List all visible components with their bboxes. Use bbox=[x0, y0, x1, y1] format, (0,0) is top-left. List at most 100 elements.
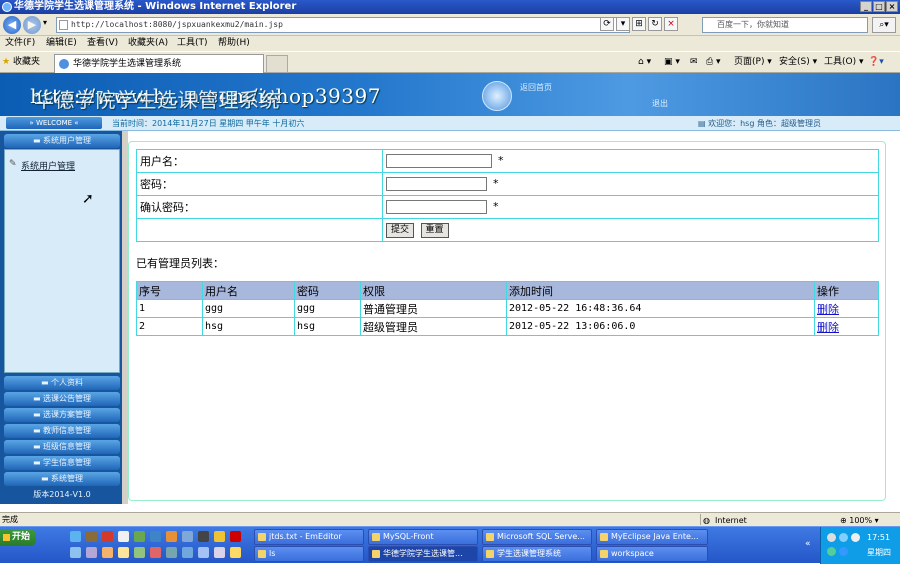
logout-link[interactable]: 退出 bbox=[652, 98, 668, 109]
quicklaunch-browser-icon[interactable] bbox=[150, 531, 161, 542]
menu-file[interactable]: 文件(F) bbox=[5, 36, 35, 51]
delete-link[interactable]: 删除 bbox=[817, 303, 839, 316]
zoom-value: 100% bbox=[849, 516, 873, 525]
tray-ime-icon[interactable] bbox=[839, 533, 848, 542]
menu-favorites[interactable]: 收藏夹(A) bbox=[128, 36, 168, 51]
tray-expand-icon[interactable]: « bbox=[805, 539, 811, 549]
sidebar-section-plans[interactable]: ▬ 选课方案管理 bbox=[4, 408, 120, 422]
task-ie-active[interactable]: 华德学院学生选课管... bbox=[368, 546, 478, 562]
address-bar[interactable]: http://localhost:8080/jspxuankexmu2/main… bbox=[56, 17, 630, 33]
compat-view-icon[interactable]: ⟳ bbox=[600, 17, 614, 31]
stop-icon[interactable]: × bbox=[664, 17, 678, 31]
quicklaunch-icon-b4[interactable] bbox=[118, 547, 129, 558]
start-button[interactable]: 开始 bbox=[0, 529, 36, 546]
close-window-button[interactable]: × bbox=[886, 1, 898, 12]
quicklaunch-icon-b2[interactable] bbox=[86, 547, 97, 558]
quicklaunch-app-icon[interactable] bbox=[86, 531, 97, 542]
mouse-cursor-icon: ➚ bbox=[82, 191, 94, 207]
quicklaunch-tool-icon[interactable] bbox=[134, 531, 145, 542]
minimize-button[interactable]: _ bbox=[860, 1, 872, 12]
task-mysql-front[interactable]: MySQL-Front bbox=[368, 529, 478, 545]
quicklaunch-icon-b7[interactable] bbox=[166, 547, 177, 558]
menu-tools[interactable]: 工具(T) bbox=[177, 36, 208, 51]
search-icon[interactable]: ⌕▾ bbox=[872, 17, 896, 33]
page-menu[interactable]: 页面(P) ▾ bbox=[734, 55, 772, 70]
quicklaunch-icon-b9[interactable] bbox=[198, 547, 209, 558]
print-icon[interactable]: ⎙ ▾ bbox=[706, 55, 721, 70]
sidebar-item-user-management[interactable]: 系统用户管理 bbox=[21, 159, 75, 172]
quicklaunch-icon-b10[interactable] bbox=[214, 547, 225, 558]
quicklaunch-qq-icon[interactable] bbox=[214, 531, 225, 542]
quicklaunch-icon-b11[interactable] bbox=[230, 547, 241, 558]
task-folder-workspace[interactable]: workspace bbox=[596, 546, 708, 562]
safety-menu[interactable]: 安全(S) ▾ bbox=[779, 55, 817, 70]
quicklaunch-doc-icon[interactable] bbox=[118, 531, 129, 542]
quicklaunch-media2-icon[interactable] bbox=[230, 531, 241, 542]
feeds-icon[interactable]: ▣ ▾ bbox=[664, 55, 680, 70]
task-sql-server[interactable]: Microsoft SQL Serve... bbox=[482, 529, 592, 545]
browser-tab[interactable]: 华德学院学生选课管理系统 bbox=[54, 54, 264, 73]
quicklaunch-folder-icon[interactable] bbox=[166, 531, 177, 542]
task-emeditor[interactable]: jtds.txt - EmEditor bbox=[254, 529, 364, 545]
tray-security-icon[interactable] bbox=[827, 547, 836, 556]
new-tab-button[interactable] bbox=[266, 55, 288, 73]
quicklaunch-cmd-icon[interactable] bbox=[198, 531, 209, 542]
forward-button[interactable]: ▶ bbox=[23, 16, 41, 34]
home-icon[interactable]: ⌂ ▾ bbox=[638, 55, 651, 70]
tray-app-icon[interactable] bbox=[839, 547, 848, 556]
favorites-button[interactable]: ★ 收藏夹 bbox=[2, 55, 40, 70]
task-label: Microsoft SQL Serve... bbox=[497, 532, 585, 541]
back-button[interactable]: ◀ bbox=[3, 16, 21, 34]
address-dropdown-icon[interactable]: ▾ bbox=[616, 17, 630, 31]
mail-icon[interactable]: ✉ bbox=[690, 55, 698, 70]
quicklaunch-net-icon[interactable] bbox=[182, 531, 193, 542]
quicklaunch-media-icon[interactable] bbox=[102, 531, 113, 542]
quicklaunch-ie-icon[interactable] bbox=[70, 531, 81, 542]
user-info: ▤ 欢迎您：hsg 角色：超级管理员 bbox=[698, 116, 821, 131]
menu-edit[interactable]: 编辑(E) bbox=[46, 36, 77, 51]
start-label: 开始 bbox=[12, 532, 31, 542]
quicklaunch-icon-b5[interactable] bbox=[134, 547, 145, 558]
rss-icon[interactable]: ⊞ bbox=[632, 17, 646, 31]
quicklaunch-icon-b6[interactable] bbox=[150, 547, 161, 558]
menu-view[interactable]: 查看(V) bbox=[87, 36, 118, 51]
delete-link[interactable]: 删除 bbox=[817, 321, 839, 334]
quicklaunch-icon-b1[interactable] bbox=[70, 547, 81, 558]
system-title: 华德学院学生选课管理系统 bbox=[34, 88, 280, 112]
confirm-password-field[interactable] bbox=[386, 200, 487, 214]
tools-menu[interactable]: 工具(O) ▾ bbox=[824, 55, 864, 70]
username-field[interactable] bbox=[386, 154, 492, 168]
clock-time[interactable]: 17:51 bbox=[867, 533, 890, 542]
help-icon[interactable]: ❓▾ bbox=[868, 55, 884, 70]
task-icon bbox=[600, 533, 608, 541]
search-placeholder: 百度一下，你就知道 bbox=[717, 20, 789, 29]
task-myeclipse[interactable]: MyEclipse Java Ente... bbox=[596, 529, 708, 545]
quicklaunch-icon-b3[interactable] bbox=[102, 547, 113, 558]
task-folder-ls[interactable]: ls bbox=[254, 546, 364, 562]
history-dropdown-icon[interactable]: ▾ bbox=[43, 18, 47, 27]
submit-button[interactable]: 提交 bbox=[386, 222, 415, 238]
tray-network-icon[interactable] bbox=[827, 533, 836, 542]
password-field[interactable] bbox=[386, 177, 487, 191]
sidebar-section-classes[interactable]: ▬ 班级信息管理 bbox=[4, 440, 120, 454]
menu-help[interactable]: 帮助(H) bbox=[218, 36, 250, 51]
reset-button[interactable]: 重置 bbox=[420, 222, 449, 238]
task-icon bbox=[486, 550, 494, 558]
maximize-button[interactable]: □ bbox=[873, 1, 885, 12]
task-label: 华德学院学生选课管... bbox=[383, 549, 463, 558]
sidebar-section-notices[interactable]: ▬ 选课公告管理 bbox=[4, 392, 120, 406]
search-input[interactable]: 百度一下，你就知道 bbox=[702, 17, 868, 33]
task-label: ls bbox=[269, 549, 276, 558]
star-icon: ★ bbox=[2, 57, 11, 67]
refresh-icon[interactable]: ↻ bbox=[648, 17, 662, 31]
sidebar-section-students[interactable]: ▬ 学生信息管理 bbox=[4, 456, 120, 470]
quicklaunch-icon-b8[interactable] bbox=[182, 547, 193, 558]
home-link[interactable]: 返回首页 bbox=[520, 82, 552, 93]
sidebar-section-system[interactable]: ▬ 系统管理 bbox=[4, 472, 120, 486]
task-folder-system[interactable]: 学生选课管理系统 bbox=[482, 546, 592, 562]
sidebar-section-users[interactable]: ▬ 系统用户管理 bbox=[4, 134, 120, 148]
sidebar-section-teachers[interactable]: ▬ 教师信息管理 bbox=[4, 424, 120, 438]
tray-volume-icon[interactable] bbox=[851, 533, 860, 542]
sidebar-section-profile[interactable]: ▬ 个人资料 bbox=[4, 376, 120, 390]
task-icon bbox=[600, 550, 608, 558]
